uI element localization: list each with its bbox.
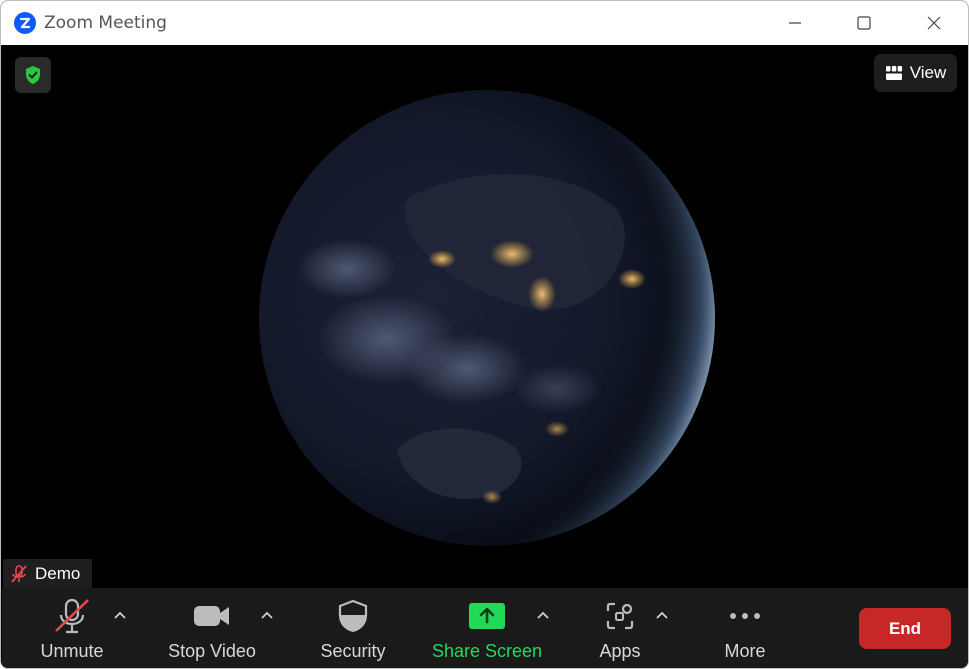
- share-screen-button[interactable]: Share Screen: [431, 588, 543, 668]
- apps-icon: [605, 598, 635, 634]
- video-camera-icon: [192, 598, 232, 634]
- unmute-button[interactable]: Unmute: [37, 588, 107, 668]
- apps-options-button[interactable]: [652, 605, 672, 625]
- view-button[interactable]: View: [874, 54, 957, 92]
- more-button[interactable]: More: [716, 588, 774, 668]
- video-stage: View Demo: [2, 45, 968, 588]
- more-label: More: [724, 641, 766, 661]
- apps-button[interactable]: Apps: [594, 588, 646, 668]
- end-meeting-button[interactable]: End: [859, 608, 951, 649]
- stop-video-button[interactable]: Stop Video: [162, 588, 262, 668]
- close-icon: [927, 16, 941, 30]
- window-title: Zoom Meeting: [44, 13, 167, 33]
- grid-view-icon: [885, 66, 902, 80]
- view-label: View: [909, 63, 947, 82]
- meeting-toolbar: Unmute Stop Video Security Share Screen …: [2, 588, 968, 668]
- chevron-up-icon: [537, 611, 549, 619]
- chevron-up-icon: [656, 611, 668, 619]
- participant-name-tag: Demo: [3, 559, 92, 588]
- shield-check-icon: [26, 66, 40, 84]
- chevron-up-icon: [114, 611, 126, 619]
- video-options-button[interactable]: [257, 605, 277, 625]
- more-dots-icon: [728, 598, 762, 634]
- minimize-icon: [789, 22, 801, 24]
- mic-muted-icon: [52, 598, 92, 634]
- title-bar: Zoom Meeting: [1, 1, 968, 45]
- security-button[interactable]: Security: [315, 588, 391, 668]
- unmute-label: Unmute: [40, 641, 104, 661]
- maximize-icon: [857, 16, 871, 30]
- security-label: Security: [320, 641, 386, 661]
- muted-mic-icon: [11, 564, 27, 583]
- minimize-button[interactable]: [772, 1, 818, 45]
- security-shield-icon: [337, 598, 369, 634]
- zoom-window: Zoom Meeting View Demo Unmute Stop Video…: [0, 0, 969, 669]
- stop-video-label: Stop Video: [168, 641, 256, 661]
- share-screen-label: Share Screen: [431, 641, 543, 661]
- audio-options-button[interactable]: [110, 605, 130, 625]
- zoom-logo-icon: [14, 12, 36, 34]
- participant-name: Demo: [35, 563, 81, 583]
- earth-video-image: [259, 90, 715, 546]
- share-screen-icon: [468, 598, 506, 634]
- apps-label: Apps: [599, 641, 641, 661]
- chevron-up-icon: [261, 611, 273, 619]
- share-options-button[interactable]: [533, 605, 553, 625]
- maximize-button[interactable]: [841, 1, 887, 45]
- encryption-badge[interactable]: [15, 57, 51, 93]
- close-button[interactable]: [911, 1, 957, 45]
